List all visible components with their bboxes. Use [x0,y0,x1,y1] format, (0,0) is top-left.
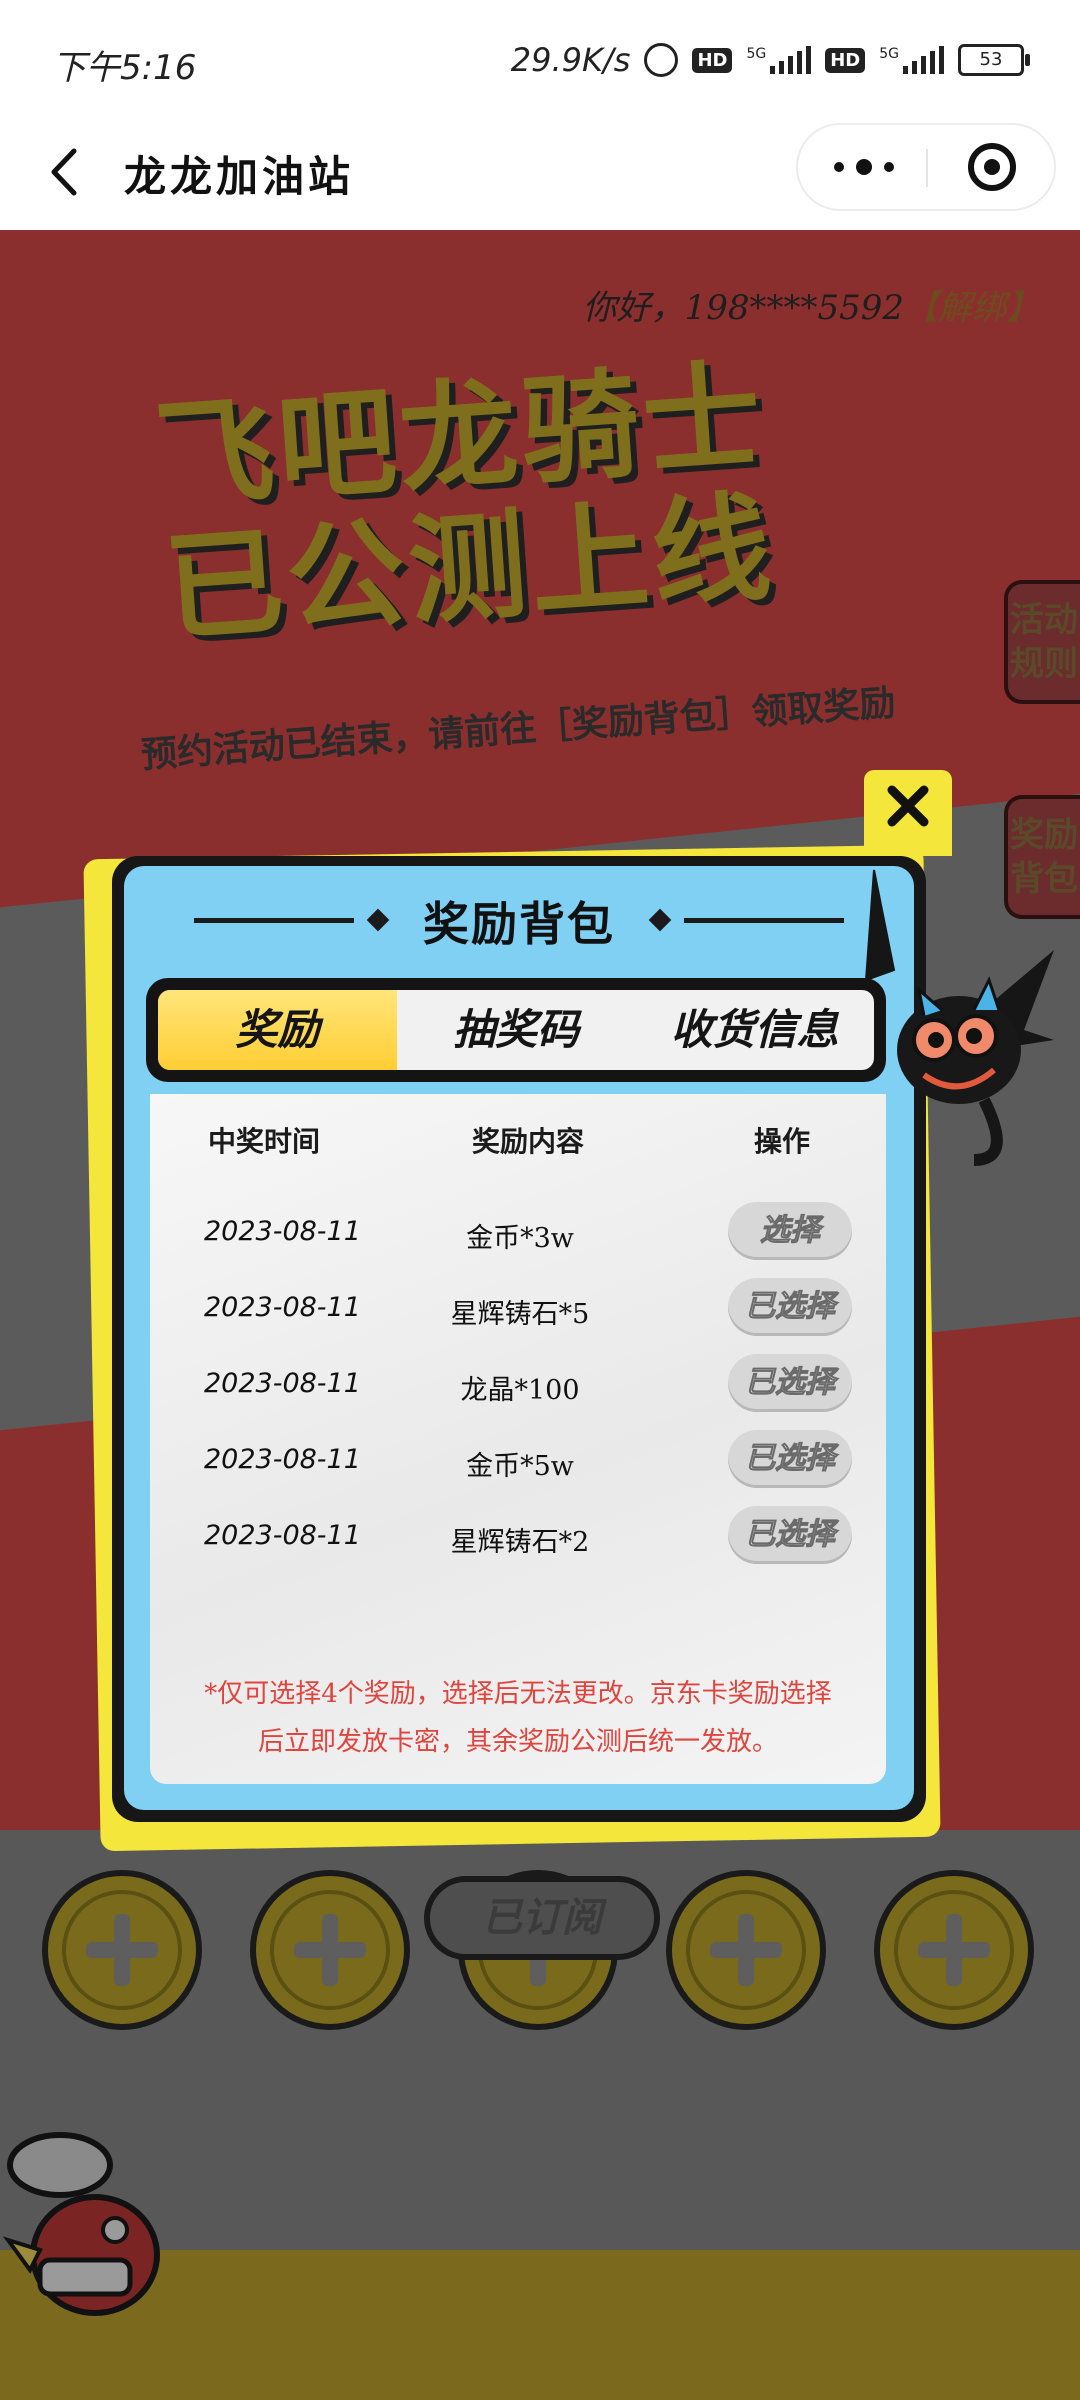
row-date: 2023-08-11 [204,1368,361,1399]
selected-button[interactable]: 已选择 [728,1278,852,1336]
mini-program-capsule [796,123,1056,211]
reward-note: *仅可选择4个奖励，选择后无法更改。京东卡奖励选择 后立即发放卡密，其余奖励公测… [170,1670,866,1766]
tab-rewards[interactable]: 奖励 [158,990,397,1070]
add-slot-button[interactable] [42,1870,202,2030]
add-slot-button[interactable] [666,1870,826,2030]
back-icon[interactable] [44,145,94,200]
tab-lottery-codes[interactable]: 抽奖码 [397,990,636,1070]
row-reward: 星辉铸石*2 [450,1527,590,1558]
rewards-table: 中奖时间 奖励内容 操作 2023-08-11 金币*3w 选择 2023-08… [150,1094,886,1784]
column-header-content: 奖励内容 [472,1125,585,1158]
table-row: 2023-08-11 星辉铸石*2 已选择 [150,1506,886,1566]
add-slot-button[interactable] [874,1870,1034,2030]
subscribed-button[interactable]: 已订阅 [424,1876,660,1960]
row-reward: 金币*3w [466,1223,574,1254]
more-icon[interactable] [834,153,894,181]
row-date: 2023-08-11 [204,1520,361,1551]
target-icon[interactable] [968,143,1016,191]
hd-badge: HD [692,47,733,73]
reward-bag-modal: 奖励背包 奖励 抽奖码 收货信息 中奖时间 奖励内容 操作 2023-08-11… [124,866,914,1810]
capsule-divider [926,149,928,187]
row-date: 2023-08-11 [204,1292,361,1323]
subhead: 预约活动已结束，请前往［奖励背包］领取奖励 [139,673,897,779]
column-header-action: 操作 [754,1125,811,1158]
greeting: 你好，198****5592【解绑】 [583,280,1040,329]
network-speed: 29.9K/s [510,41,631,79]
table-row: 2023-08-11 金币*3w 选择 [150,1202,886,1262]
row-date: 2023-08-11 [204,1444,361,1475]
bat-mascot-icon [864,869,1054,1166]
chef-mascot-icon [2,2132,160,2316]
selected-button[interactable]: 已选择 [728,1506,852,1564]
table-row: 2023-08-11 金币*5w 已选择 [150,1430,886,1490]
signal-icon: 5G [879,46,944,74]
tab-shipping-info[interactable]: 收货信息 [635,990,874,1070]
alarm-icon [644,43,679,77]
signal-icon: 5G [746,46,812,74]
row-reward: 金币*5w [466,1451,574,1482]
selected-button[interactable]: 已选择 [728,1430,852,1488]
select-button[interactable]: 选择 [728,1202,852,1260]
title-bar: 龙龙加油站 [0,115,1080,230]
table-row: 2023-08-11 星辉铸石*5 已选择 [150,1278,886,1338]
note-line1: *仅可选择4个奖励，选择后无法更改。京东卡奖励选择 [204,1679,832,1709]
close-icon[interactable] [882,780,934,832]
row-date: 2023-08-11 [204,1216,361,1247]
page-title: 龙龙加油站 [124,152,355,201]
status-time: 下午5:16 [52,48,197,88]
column-header-time: 中奖时间 [208,1125,321,1158]
headline: 飞吧龙骑士 已公测上线 [151,346,778,658]
battery-icon: 53 [958,44,1030,76]
signal-label: 5G [879,46,899,62]
greeting-text: 你好，198****5592 [582,288,904,328]
table-row: 2023-08-11 龙晶*100 已选择 [150,1354,886,1414]
status-indicators: 29.9K/s HD 5G HD 5G 53 [510,40,1030,80]
status-bar: 下午5:16 29.9K/s HD 5G HD 5G 53 [0,0,1080,115]
title-line-right [684,918,844,923]
row-reward: 星辉铸石*5 [450,1299,590,1330]
unbind-link[interactable]: 【解绑】 [904,288,1040,328]
note-line2: 后立即发放卡密，其余奖励公测后统一发放。 [257,1727,778,1757]
selected-button[interactable]: 已选择 [728,1354,852,1412]
side-tab-rules[interactable]: 活动规则 [1004,580,1080,704]
hd-badge: HD [825,47,866,73]
modal-tabs: 奖励 抽奖码 收货信息 [146,978,886,1082]
signal-label: 5G [746,46,767,62]
battery-level: 53 [979,49,1003,70]
row-reward: 龙晶*100 [460,1375,580,1406]
add-slot-button[interactable] [250,1870,410,2030]
